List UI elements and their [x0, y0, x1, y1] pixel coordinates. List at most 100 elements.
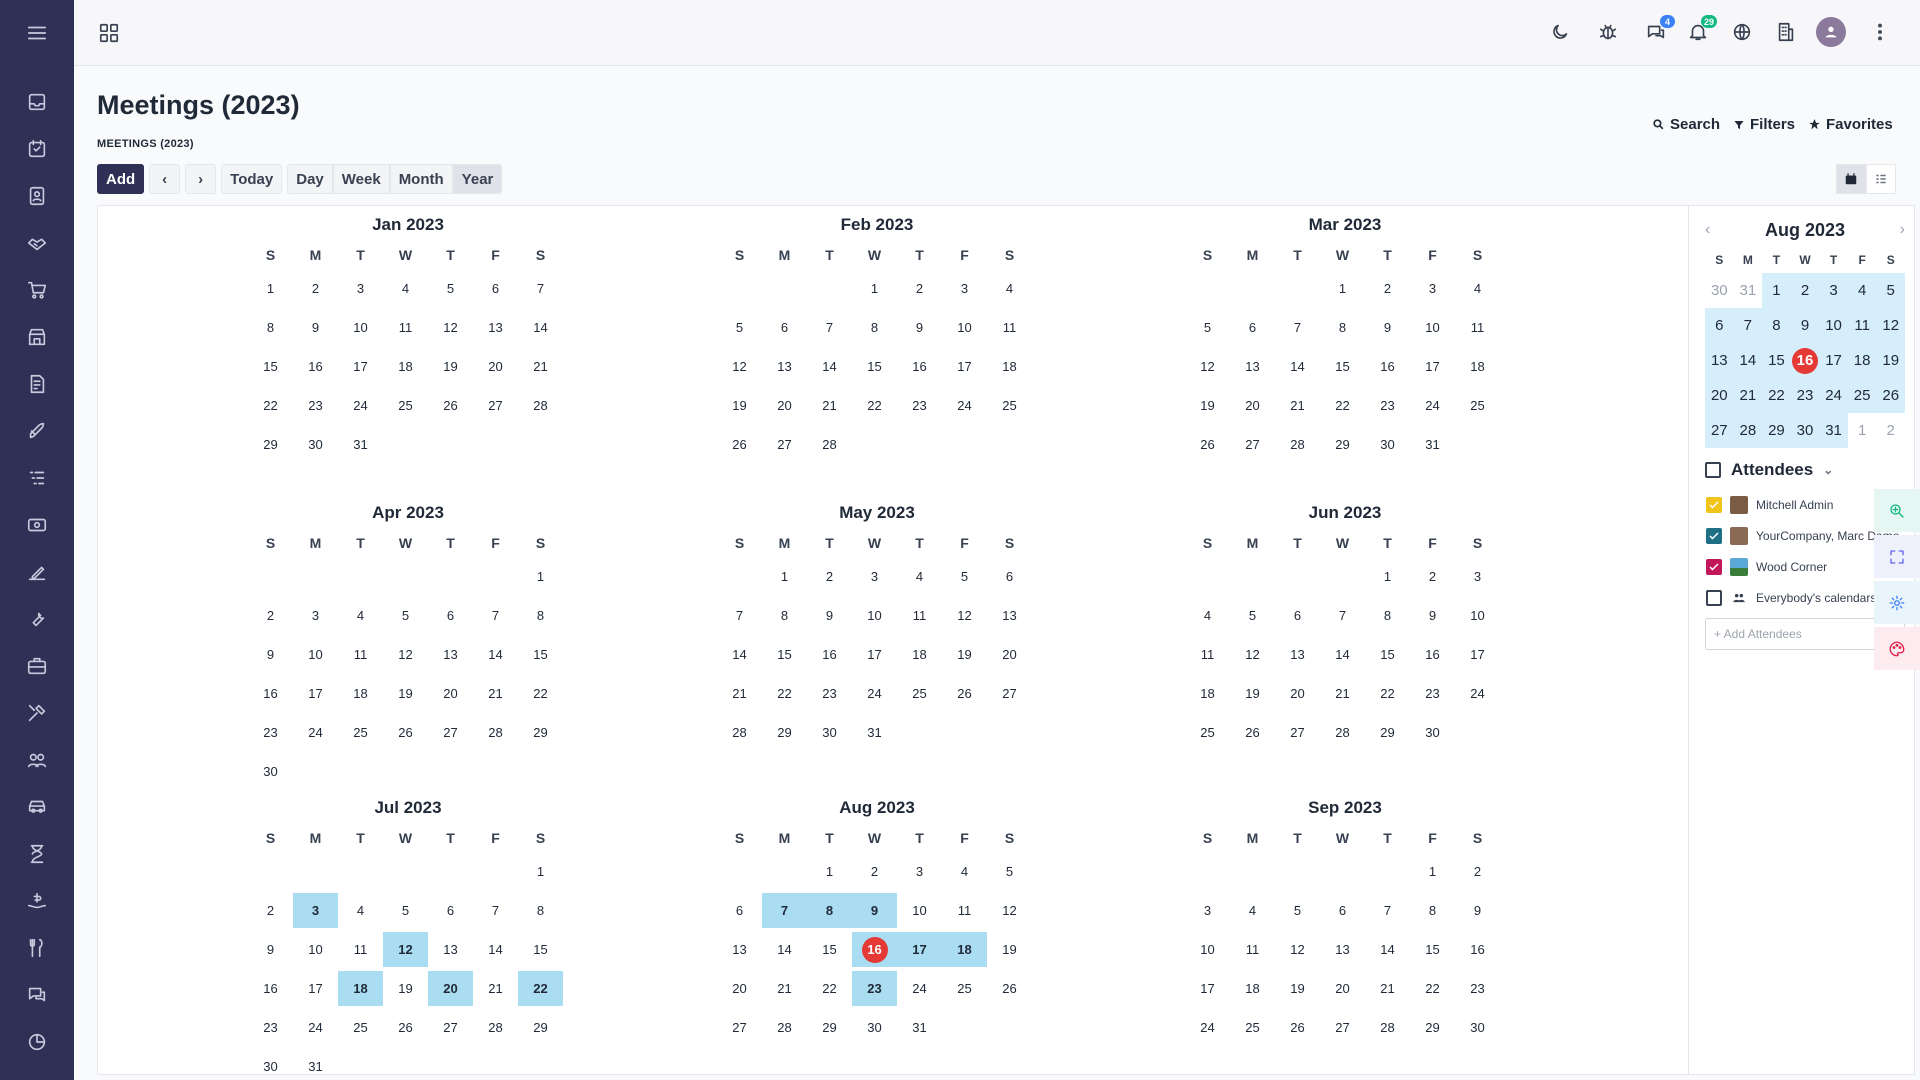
- month-title[interactable]: Feb 2023: [717, 215, 1037, 237]
- day-cell[interactable]: 1: [518, 559, 563, 594]
- day-cell[interactable]: 19: [383, 676, 428, 711]
- mini-day-cell[interactable]: 29: [1762, 413, 1791, 448]
- day-cell[interactable]: 22: [807, 971, 852, 1006]
- day-cell[interactable]: 24: [338, 388, 383, 423]
- day-cell[interactable]: 13: [1230, 349, 1275, 384]
- day-cell[interactable]: 7: [1365, 893, 1410, 928]
- today-button[interactable]: Today: [221, 164, 283, 194]
- day-cell[interactable]: 16: [897, 349, 942, 384]
- day-cell[interactable]: 14: [1320, 637, 1365, 672]
- user-avatar[interactable]: [1816, 17, 1846, 47]
- mini-day-cell[interactable]: 8: [1762, 308, 1791, 343]
- search-button[interactable]: Search: [1652, 116, 1720, 133]
- attendees-header[interactable]: Attendees ⌄: [1705, 460, 1833, 480]
- mini-day-cell[interactable]: 2: [1876, 413, 1905, 448]
- day-cell[interactable]: 23: [852, 971, 897, 1006]
- day-cell[interactable]: 23: [807, 676, 852, 711]
- day-cell[interactable]: 8: [518, 893, 563, 928]
- day-cell[interactable]: 13: [717, 932, 762, 967]
- day-cell[interactable]: 29: [1410, 1010, 1455, 1045]
- day-cell[interactable]: 6: [1230, 310, 1275, 345]
- day-cell[interactable]: 13: [1320, 932, 1365, 967]
- day-cell[interactable]: 18: [897, 637, 942, 672]
- day-cell[interactable]: 29: [248, 427, 293, 462]
- company-switcher[interactable]: [1774, 20, 1798, 44]
- day-cell[interactable]: 27: [1230, 427, 1275, 462]
- sidebar-item-lunch[interactable]: [0, 931, 74, 965]
- day-cell[interactable]: 10: [942, 310, 987, 345]
- day-cell[interactable]: 12: [987, 893, 1032, 928]
- day-cell[interactable]: 24: [897, 971, 942, 1006]
- sidebar-item-inbox[interactable]: [0, 85, 74, 119]
- mini-day-cell[interactable]: 10: [1819, 308, 1848, 343]
- sidebar-item-recruitment[interactable]: [0, 649, 74, 683]
- day-cell[interactable]: 14: [762, 932, 807, 967]
- day-cell[interactable]: 3: [338, 271, 383, 306]
- day-cell[interactable]: 26: [942, 676, 987, 711]
- day-cell[interactable]: 9: [807, 598, 852, 633]
- day-cell[interactable]: 25: [1185, 715, 1230, 750]
- day-cell[interactable]: 7: [1275, 310, 1320, 345]
- mini-day-cell[interactable]: 30: [1705, 273, 1734, 308]
- attendee-wood-corner[interactable]: Wood Corner: [1706, 558, 1827, 576]
- day-cell[interactable]: 8: [1365, 598, 1410, 633]
- day-cell[interactable]: 18: [987, 349, 1032, 384]
- day-cell[interactable]: 15: [852, 349, 897, 384]
- day-cell[interactable]: 31: [852, 715, 897, 750]
- day-cell[interactable]: 17: [338, 349, 383, 384]
- attendee-checkbox[interactable]: [1706, 497, 1722, 513]
- day-cell[interactable]: 15: [1410, 932, 1455, 967]
- day-cell[interactable]: 12: [1230, 637, 1275, 672]
- day-cell[interactable]: 20: [717, 971, 762, 1006]
- day-cell[interactable]: 5: [942, 559, 987, 594]
- day-cell[interactable]: 11: [383, 310, 428, 345]
- day-cell[interactable]: 4: [987, 271, 1032, 306]
- day-cell[interactable]: 4: [383, 271, 428, 306]
- mini-day-cell[interactable]: 11: [1847, 308, 1877, 343]
- day-cell[interactable]: 20: [473, 349, 518, 384]
- mini-day-cell[interactable]: 22: [1762, 378, 1791, 413]
- day-cell[interactable]: 15: [518, 932, 563, 967]
- attendees-select-all-checkbox[interactable]: [1705, 462, 1721, 478]
- day-cell[interactable]: 19: [987, 932, 1032, 967]
- day-cell[interactable]: 28: [473, 1010, 518, 1045]
- day-cell[interactable]: 3: [1185, 893, 1230, 928]
- day-cell[interactable]: 11: [338, 637, 383, 672]
- mini-day-cell[interactable]: 17: [1819, 343, 1848, 378]
- list-view-button[interactable]: [1866, 164, 1896, 194]
- day-cell[interactable]: 14: [473, 932, 518, 967]
- day-cell[interactable]: 27: [762, 427, 807, 462]
- next-button[interactable]: ›: [185, 164, 217, 194]
- day-cell[interactable]: 17: [897, 932, 942, 967]
- language-button[interactable]: [1730, 20, 1754, 44]
- day-cell[interactable]: 14: [473, 637, 518, 672]
- sidebar-item-sign[interactable]: [0, 555, 74, 589]
- day-cell[interactable]: 1: [248, 271, 293, 306]
- day-cell[interactable]: 30: [1410, 715, 1455, 750]
- day-cell[interactable]: 12: [1185, 349, 1230, 384]
- mini-day-cell[interactable]: 20: [1705, 378, 1734, 413]
- day-cell[interactable]: 25: [897, 676, 942, 711]
- attendee-checkbox[interactable]: [1706, 528, 1722, 544]
- day-cell[interactable]: 4: [1230, 893, 1275, 928]
- day-cell[interactable]: 22: [518, 971, 563, 1006]
- day-cell[interactable]: 12: [428, 310, 473, 345]
- day-cell[interactable]: 4: [897, 559, 942, 594]
- day-cell[interactable]: 14: [1365, 932, 1410, 967]
- day-cell[interactable]: 9: [1455, 893, 1500, 928]
- day-cell[interactable]: 9: [897, 310, 942, 345]
- view-month-button[interactable]: Month: [389, 164, 453, 194]
- day-cell[interactable]: 16: [248, 676, 293, 711]
- day-cell[interactable]: 25: [1455, 388, 1500, 423]
- day-cell[interactable]: 17: [1455, 637, 1500, 672]
- day-cell[interactable]: 25: [338, 1010, 383, 1045]
- mini-day-cell[interactable]: 27: [1705, 413, 1734, 448]
- day-cell[interactable]: 18: [383, 349, 428, 384]
- day-cell[interactable]: 20: [1275, 676, 1320, 711]
- day-cell[interactable]: 1: [1410, 854, 1455, 889]
- day-cell[interactable]: 22: [762, 676, 807, 711]
- view-year-button[interactable]: Year: [452, 164, 503, 194]
- day-cell[interactable]: 12: [1275, 932, 1320, 967]
- day-cell[interactable]: 8: [248, 310, 293, 345]
- day-cell[interactable]: 10: [852, 598, 897, 633]
